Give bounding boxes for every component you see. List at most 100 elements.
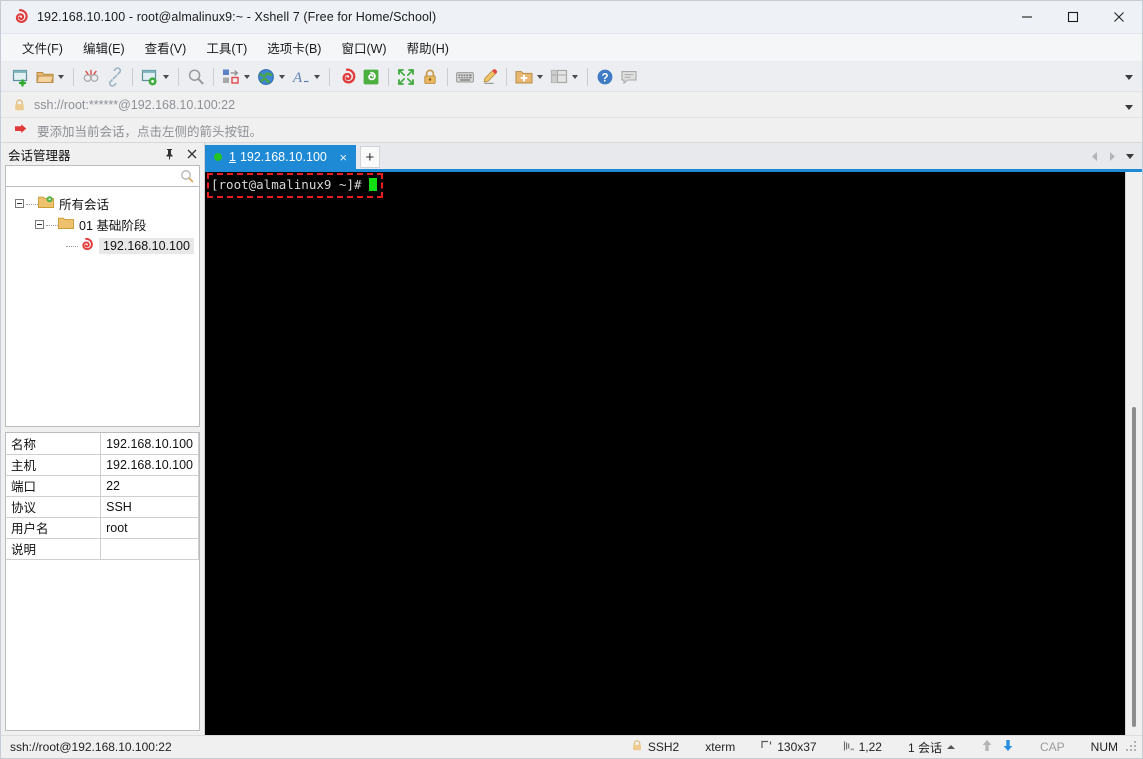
session-tree[interactable]: 所有会话 01 基础阶段	[5, 187, 200, 427]
globe-button[interactable]	[254, 65, 289, 89]
tree-label-session: 192.168.10.100	[99, 238, 194, 254]
toolbar-overflow-button[interactable]	[1122, 62, 1136, 92]
new-tab-button[interactable]: +	[360, 146, 380, 168]
session-properties-button[interactable]	[138, 65, 173, 89]
lock-button[interactable]	[418, 65, 442, 89]
menu-edit[interactable]: 编辑(E)	[74, 34, 134, 61]
size-icon	[761, 740, 772, 755]
tree-connector	[26, 204, 38, 205]
main-area: 1 192.168.10.100 × + [r	[205, 143, 1142, 735]
tab-session-1[interactable]: 1 192.168.10.100 ×	[205, 145, 356, 169]
download-arrow-icon	[1002, 739, 1014, 755]
terminal-area: [root@almalinux9 ~]#	[205, 172, 1142, 735]
tab-prev-icon[interactable]	[1090, 151, 1099, 162]
scrollbar-thumb[interactable]	[1132, 407, 1136, 727]
status-sessions[interactable]: 1 会话	[895, 739, 968, 756]
terminal-scrollbar[interactable]	[1125, 172, 1142, 735]
tree-row-all-sessions[interactable]: 所有会话	[6, 193, 199, 214]
transfer-layout-button[interactable]	[219, 65, 254, 89]
comment-button[interactable]	[617, 65, 641, 89]
session-search-input[interactable]	[6, 166, 199, 186]
resize-grip[interactable]	[1126, 741, 1139, 754]
split-layout-icon	[549, 67, 569, 87]
globe-icon	[256, 67, 276, 87]
font-button[interactable]: A	[289, 65, 324, 89]
lock-icon	[13, 98, 26, 112]
terminal-cursor	[369, 178, 377, 191]
find-button[interactable]	[184, 65, 208, 89]
new-session-button[interactable]	[9, 65, 33, 89]
maximize-button[interactable]	[1050, 1, 1096, 34]
property-row: 主机 192.168.10.100	[6, 454, 199, 475]
cursor-pos-icon	[843, 740, 854, 755]
help-button[interactable]: ?	[593, 65, 617, 89]
font-dropdown-icon[interactable]	[311, 67, 322, 87]
property-value	[101, 538, 199, 559]
transfer-dropdown-icon[interactable]	[241, 67, 252, 87]
link-button[interactable]	[103, 65, 127, 89]
tab-list-icon[interactable]	[1126, 154, 1134, 159]
app-body: 会话管理器	[1, 143, 1142, 735]
menu-help[interactable]: 帮助(H)	[398, 34, 458, 61]
tab-number: 1	[229, 150, 236, 164]
session-search-box[interactable]	[5, 165, 200, 187]
status-protocol-label: SSH2	[648, 740, 679, 754]
comment-icon	[619, 67, 639, 87]
toolbar-separator	[178, 68, 179, 86]
menu-bar: 文件(F) 编辑(E) 查看(V) 工具(T) 选项卡(B) 窗口(W) 帮助(…	[1, 34, 1142, 62]
status-cursor: 1,22	[830, 740, 895, 755]
notice-text: 要添加当前会话，点击左侧的箭头按钮。	[37, 121, 262, 140]
open-session-dropdown-icon[interactable]	[55, 67, 66, 87]
property-row: 说明	[6, 538, 199, 559]
split-layout-dropdown-icon[interactable]	[569, 67, 580, 87]
session-properties-icon	[140, 67, 160, 87]
tree-label-all-sessions: 所有会话	[59, 194, 109, 213]
sessions-caret-icon[interactable]	[947, 745, 955, 749]
open-session-button[interactable]	[33, 65, 68, 89]
tree-connector	[46, 225, 58, 226]
expander-icon[interactable]	[12, 199, 26, 208]
menu-view[interactable]: 查看(V)	[136, 34, 196, 61]
tab-next-icon[interactable]	[1108, 151, 1117, 162]
property-value: root	[101, 517, 199, 538]
keyboard-button[interactable]	[453, 65, 477, 89]
toolbar-separator	[506, 68, 507, 86]
highlight-pen-button[interactable]	[477, 65, 501, 89]
status-connection: ssh://root@192.168.10.100:22	[1, 740, 172, 754]
pin-icon[interactable]	[163, 147, 176, 161]
address-bar[interactable]: ssh://root:******@192.168.10.100:22	[1, 92, 1142, 118]
minimize-button[interactable]	[1004, 1, 1050, 34]
svg-text:A: A	[292, 70, 303, 86]
menu-window[interactable]: 窗口(W)	[332, 34, 395, 61]
close-icon[interactable]	[185, 147, 198, 161]
property-row: 协议 SSH	[6, 496, 199, 517]
globe-dropdown-icon[interactable]	[276, 67, 287, 87]
toolbar-separator	[447, 68, 448, 86]
add-folder-dropdown-icon[interactable]	[534, 67, 545, 87]
xshell-button[interactable]	[335, 65, 359, 89]
split-layout-button[interactable]	[547, 65, 582, 89]
fullscreen-button[interactable]	[394, 65, 418, 89]
tree-row-folder[interactable]: 01 基础阶段	[6, 214, 199, 235]
xftp-button[interactable]	[359, 65, 383, 89]
tree-row-session[interactable]: 192.168.10.100	[6, 235, 199, 256]
xshell-session-icon	[78, 237, 94, 255]
expander-icon[interactable]	[32, 220, 46, 229]
address-dropdown-button[interactable]	[1122, 92, 1136, 122]
add-folder-button[interactable]	[512, 65, 547, 89]
properties-dropdown-icon[interactable]	[160, 67, 171, 87]
transfer-layout-icon	[221, 67, 241, 87]
menu-file[interactable]: 文件(F)	[13, 34, 72, 61]
menu-tabs[interactable]: 选项卡(B)	[258, 34, 330, 61]
terminal-output[interactable]: [root@almalinux9 ~]#	[205, 172, 1125, 735]
tab-close-icon[interactable]: ×	[337, 150, 350, 165]
session-properties-table: 名称 192.168.10.100 主机 192.168.10.100 端口 2…	[5, 432, 200, 731]
notice-bar: 要添加当前会话，点击左侧的箭头按钮。	[1, 118, 1142, 143]
toolbar-separator	[132, 68, 133, 86]
close-button[interactable]	[1096, 1, 1142, 34]
xshell-spiral-icon	[11, 8, 29, 26]
disconnect-button[interactable]	[79, 65, 103, 89]
disconnect-icon	[81, 67, 101, 87]
menu-tools[interactable]: 工具(T)	[197, 34, 256, 61]
tab-strip: 1 192.168.10.100 × +	[205, 143, 1142, 169]
